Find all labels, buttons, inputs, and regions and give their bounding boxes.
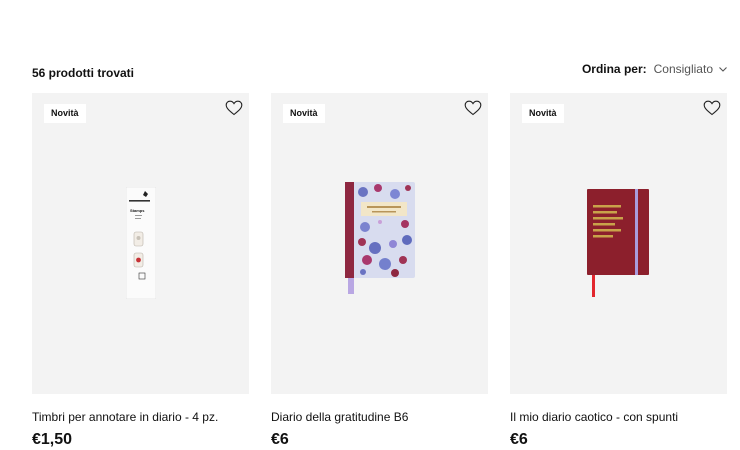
red-notebook-image [587,189,649,297]
product-card[interactable]: Novità Il mio diario caotico - con spunt… [510,93,727,449]
product-price: €6 [510,431,528,449]
sort-value: Consigliato [653,62,713,76]
chevron-down-icon [719,67,727,72]
product-card[interactable]: Novità Stamps Timbri per annotare in dia… [32,93,249,449]
product-title[interactable]: Diario della gratitudine B6 [271,410,488,424]
product-image-area[interactable]: Novità Stamps [32,93,249,394]
new-badge: Novità [522,104,564,123]
stamp-kit-label: Stamps [130,208,145,213]
floral-notebook-image [345,182,415,294]
wishlist-heart-icon[interactable] [464,100,482,116]
result-count: 56 prodotti trovati [32,66,135,80]
sort-dropdown[interactable]: Ordina per: Consigliato [582,62,728,76]
product-price: €1,50 [32,431,73,449]
results-toolbar: 56 prodotti trovati Ordina per: Consigli… [32,62,728,82]
sort-label: Ordina per: [581,62,647,76]
product-card[interactable]: Novità Diario della gratitudine B6 €6 [271,93,488,449]
product-image-area[interactable]: Novità [510,93,727,394]
product-title[interactable]: Timbri per annotare in diario - 4 pz. [32,410,249,424]
new-badge: Novità [283,104,325,123]
stamp-kit-image: Stamps [126,187,156,299]
wishlist-heart-icon[interactable] [225,100,243,116]
product-image-area[interactable]: Novità [271,93,488,394]
product-title[interactable]: Il mio diario caotico - con spunti [510,410,727,424]
new-badge: Novità [44,104,86,123]
wishlist-heart-icon[interactable] [703,100,721,116]
product-grid: Novità Stamps Timbri per annotare in dia… [32,93,740,450]
product-price: €6 [271,431,289,449]
